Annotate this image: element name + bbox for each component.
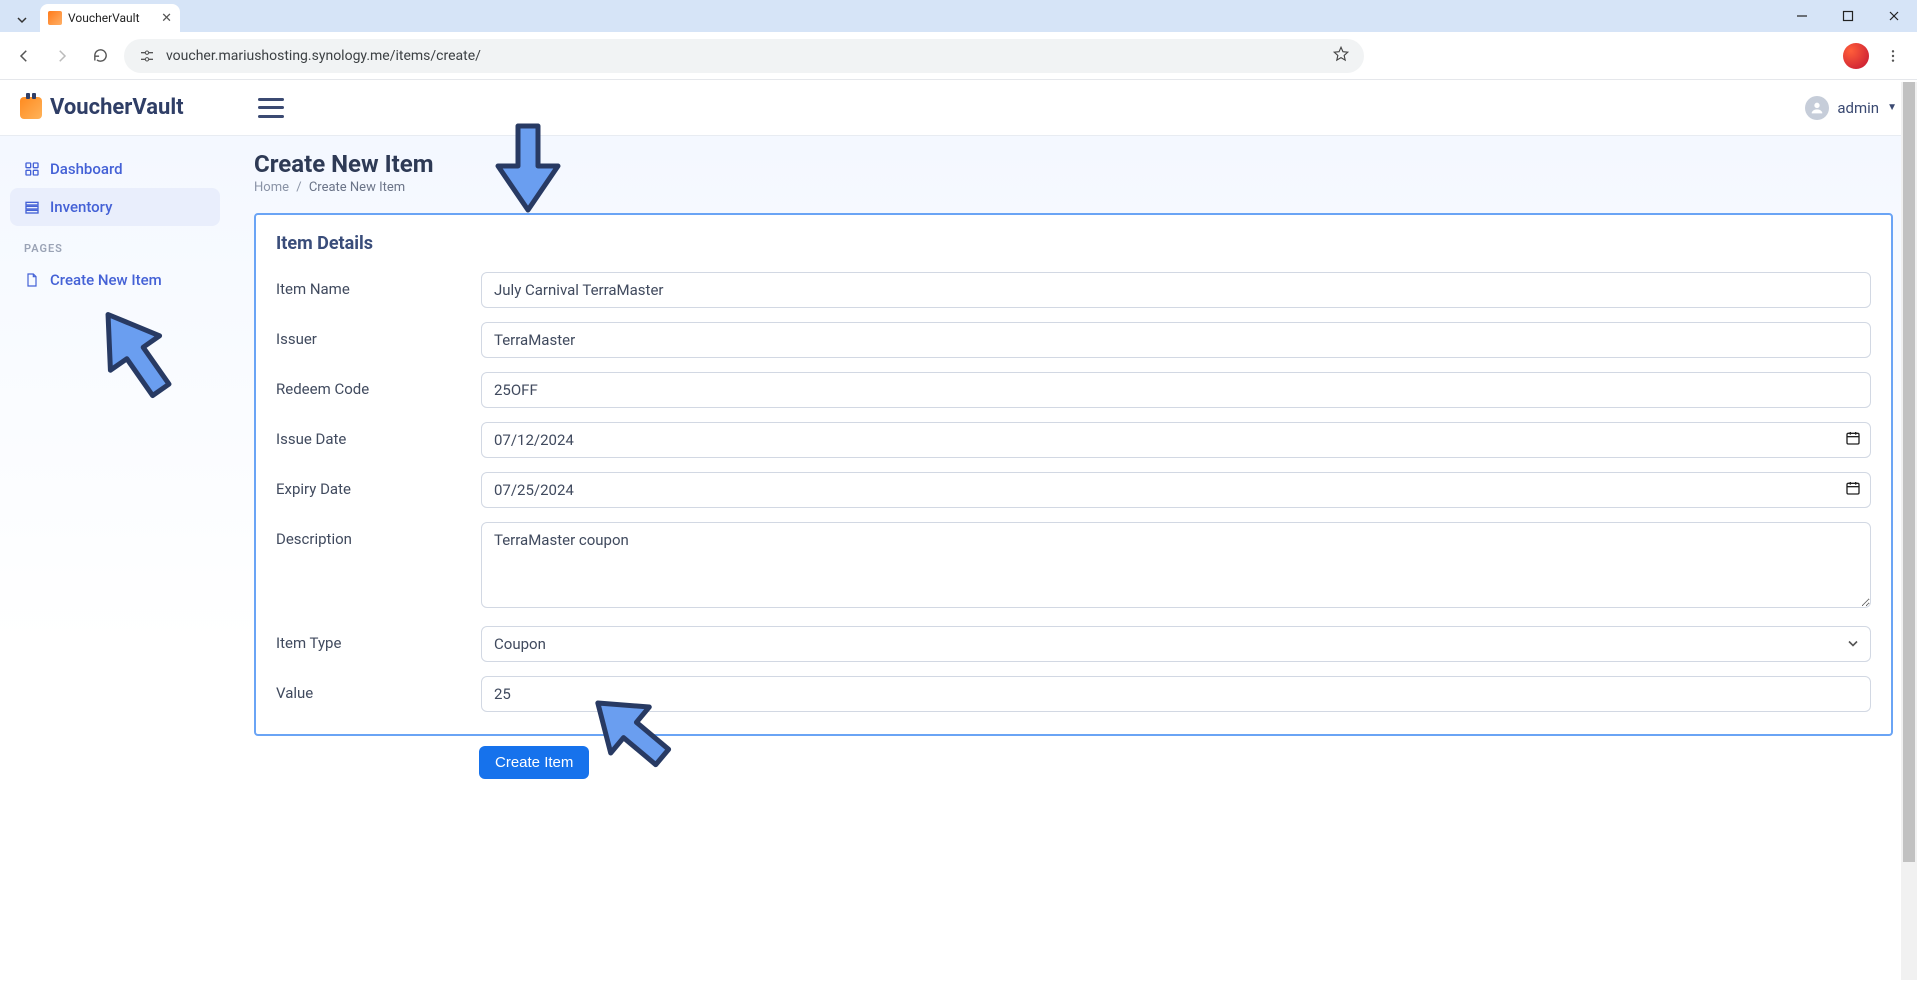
close-tab-icon[interactable]: ✕ [161,11,172,26]
brand-name: VoucherVault [50,95,184,120]
page-scrollbar[interactable] [1901,82,1917,980]
form-row-expiry-date: Expiry Date [276,472,1871,508]
sidebar-section-label: PAGES [10,226,220,261]
user-menu[interactable]: admin ▼ [1805,96,1897,120]
address-bar[interactable]: voucher.mariushosting.synology.me/items/… [124,39,1364,73]
select-item-type[interactable] [481,626,1871,662]
chevron-down-icon: ▼ [1887,102,1897,113]
app-topbar: VoucherVault admin ▼ [0,80,1917,136]
user-label: admin [1837,99,1879,117]
form-row-value: Value [276,676,1871,712]
chevron-down-icon [16,14,28,26]
form-row-item-type: Item Type [276,626,1871,662]
reload-button[interactable] [86,42,114,70]
window-controls [1779,0,1917,32]
sidebar-item-label: Inventory [50,198,112,216]
browser-chrome: VoucherVault ✕ voucher.mariushosting.syn… [0,0,1917,64]
app-body: Dashboard Inventory PAGES Create New Ite… [0,136,1917,982]
page-header: Create New Item Home / Create New Item [254,150,1893,195]
label-issuer: Issuer [276,322,481,348]
minimize-button[interactable] [1779,0,1825,32]
label-expiry-date: Expiry Date [276,472,481,498]
input-redeem-code[interactable] [481,372,1871,408]
label-item-name: Item Name [276,272,481,298]
form-row-issuer: Issuer [276,322,1871,358]
maximize-button[interactable] [1825,0,1871,32]
breadcrumb-home[interactable]: Home [254,180,289,195]
form-actions: Create Item [479,746,1893,779]
breadcrumb: Home / Create New Item [254,180,1893,195]
brand-logo-icon [20,97,42,119]
tab-strip: VoucherVault ✕ [0,0,1917,32]
card-title: Item Details [276,233,1871,254]
sidebar-item-dashboard[interactable]: Dashboard [10,150,220,188]
brand[interactable]: VoucherVault [20,95,240,120]
label-description: Description [276,522,481,548]
browser-tab[interactable]: VoucherVault ✕ [40,4,180,32]
app-viewport: VoucherVault admin ▼ Dashboard [0,80,1917,982]
profile-avatar[interactable] [1843,43,1869,69]
label-value: Value [276,676,481,702]
page-title: Create New Item [254,150,1893,178]
browser-more-button[interactable] [1879,42,1907,70]
address-bar-row: voucher.mariushosting.synology.me/items/… [0,32,1917,80]
input-item-name[interactable] [481,272,1871,308]
tab-title: VoucherVault [68,11,155,25]
forward-button[interactable] [48,42,76,70]
form-row-description: Description [276,522,1871,612]
file-icon [24,272,40,288]
breadcrumb-current: Create New Item [309,180,405,195]
textarea-description[interactable] [481,522,1871,608]
dashboard-icon [24,161,40,177]
sidebar-item-create-new-item[interactable]: Create New Item [10,261,220,299]
form-row-issue-date: Issue Date [276,422,1871,458]
scrollbar-thumb[interactable] [1903,82,1915,862]
form-row-item-name: Item Name [276,272,1871,308]
label-redeem-code: Redeem Code [276,372,481,398]
sidebar-toggle-button[interactable] [258,98,284,118]
form-row-redeem-code: Redeem Code [276,372,1871,408]
favicon-icon [48,11,62,25]
sidebar-item-inventory[interactable]: Inventory [10,188,220,226]
item-details-card: Item Details Item Name Issuer Redeem Cod… [254,213,1893,736]
create-item-button[interactable]: Create Item [479,746,589,779]
input-value[interactable] [481,676,1871,712]
label-item-type: Item Type [276,626,481,652]
inventory-icon [24,199,40,215]
sidebar-item-label: Dashboard [50,160,123,178]
close-window-button[interactable] [1871,0,1917,32]
breadcrumb-separator: / [296,180,301,195]
sidebar-item-label: Create New Item [50,271,162,289]
bookmark-star-icon[interactable] [1332,45,1350,67]
back-button[interactable] [10,42,38,70]
input-issuer[interactable] [481,322,1871,358]
user-avatar-icon [1805,96,1829,120]
site-settings-icon[interactable] [138,47,156,65]
url-text: voucher.mariushosting.synology.me/items/… [166,48,1322,64]
input-issue-date[interactable] [481,422,1871,458]
label-issue-date: Issue Date [276,422,481,448]
main-content: Create New Item Home / Create New Item I… [230,136,1917,982]
tabs-dropdown-button[interactable] [10,8,34,32]
sidebar: Dashboard Inventory PAGES Create New Ite… [0,136,230,982]
input-expiry-date[interactable] [481,472,1871,508]
